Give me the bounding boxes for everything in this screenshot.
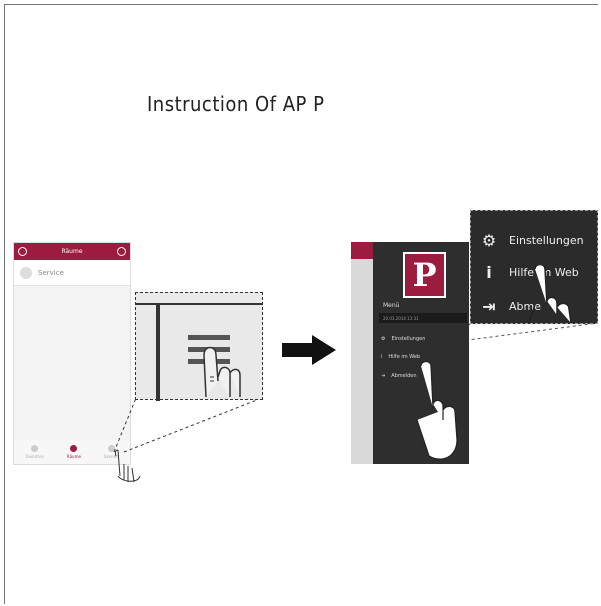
gear-icon: ⚙ — [381, 336, 386, 342]
zoom-item-settings[interactable]: ⚙ Einstellungen — [481, 231, 584, 250]
logout-icon: ⇥ — [482, 297, 496, 316]
info-icon: i — [486, 263, 492, 282]
right-arrow-icon — [282, 335, 336, 365]
menu-title: Menü — [383, 302, 400, 309]
right-phone-screen: P Menü 20.03.2014 13:31 ⚙ Einstellungen … — [351, 242, 469, 464]
hand-pointer-icon — [528, 265, 572, 323]
logout-icon: ⇥ — [381, 373, 386, 379]
brand-logo: P — [403, 252, 446, 298]
hand-pointer-icon — [203, 346, 241, 398]
zoom-vertical-line — [156, 303, 160, 401]
zoom-menu-button — [135, 292, 263, 401]
zoom-item-label: Einstellungen — [509, 234, 584, 247]
menu-item-label: Einstellungen — [391, 336, 426, 342]
info-icon: i — [381, 354, 383, 360]
strip-header — [351, 242, 373, 259]
menu-item-settings[interactable]: ⚙ Einstellungen — [381, 336, 425, 342]
hand-pointer-icon — [416, 360, 458, 460]
side-strip — [351, 242, 373, 464]
zoom-top-line — [136, 303, 262, 305]
hand-pointer-icon — [114, 449, 141, 483]
menu-item-logout[interactable]: ⇥ Abmelden — [381, 373, 417, 379]
date-bar: 20.03.2014 13:31 — [379, 313, 467, 323]
gear-icon: ⚙ — [481, 231, 497, 250]
zoom-settings-menu: ⚙ Einstellungen i Hilfe im Web ⇥ Abme — [470, 210, 598, 324]
